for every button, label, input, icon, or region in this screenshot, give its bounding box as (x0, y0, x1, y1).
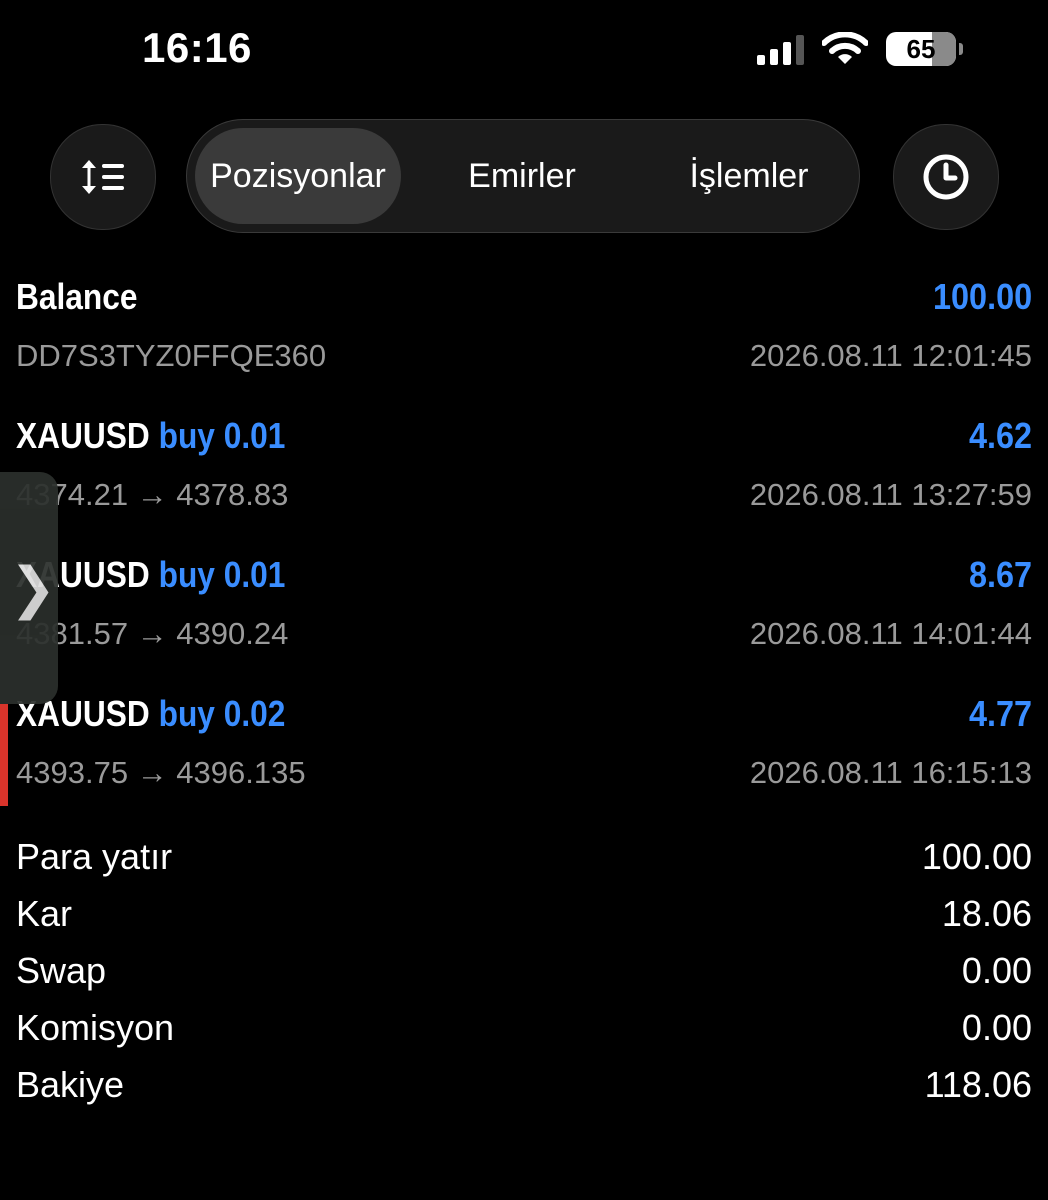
summary-label: Bakiye (16, 1063, 125, 1105)
summary-value: 118.06 (924, 1063, 1032, 1105)
deal-side: buy 0.02 (158, 693, 286, 734)
sort-list-icon (82, 160, 124, 194)
wifi-icon (822, 32, 868, 66)
summary-row-profit: Kar 18.06 (16, 885, 1032, 942)
summary-label: Swap (16, 949, 107, 991)
deal-row[interactable]: XAUUSD buy 0.01 8.67 4381.57 → 4390.24 2… (16, 554, 1032, 652)
summary-row-deposit: Para yatır 100.00 (16, 828, 1032, 885)
cellular-signal-icon (757, 33, 804, 65)
clock-icon (923, 154, 969, 200)
deal-symbol: XAUUSD (16, 415, 150, 456)
deal-side: buy 0.01 (158, 415, 286, 456)
summary-label: Komisyon (16, 1006, 175, 1048)
deal-time: 2026.08.11 13:27:59 (749, 477, 1032, 512)
deal-prices: 4393.75 → 4396.135 (16, 755, 306, 790)
summary-value: 0.00 (961, 949, 1032, 991)
summary-value: 100.00 (921, 835, 1032, 877)
battery-level: 65 (906, 33, 936, 64)
deal-row[interactable]: XAUUSD buy 0.01 4.62 4374.21 → 4378.83 2… (16, 415, 1032, 513)
status-icons: 65 (757, 32, 963, 66)
chevron-right-icon: ❯ (9, 556, 57, 619)
summary-value: 0.00 (961, 1006, 1032, 1048)
balance-value: 100.00 (932, 276, 1032, 317)
balance-row[interactable]: Balance 100.00 DD7S3TYZ0FFQE360 2026.08.… (16, 276, 1032, 374)
tab-islemler[interactable]: İşlemler (649, 128, 849, 224)
tab-emirler[interactable]: Emirler (427, 128, 617, 224)
summary-label: Para yatır (16, 835, 173, 877)
deal-side: buy 0.01 (158, 554, 286, 595)
deal-profit: 8.67 (968, 554, 1032, 595)
deal-profit: 4.62 (968, 415, 1032, 456)
summary-row-balance: Bakiye 118.06 (16, 1056, 1032, 1113)
position-marker (0, 704, 8, 806)
sort-button[interactable] (50, 124, 156, 230)
balance-label: Balance (16, 276, 138, 317)
summary-row-swap: Swap 0.00 (16, 942, 1032, 999)
side-panel-handle[interactable]: ❯ (0, 472, 58, 704)
deal-time: 2026.08.11 16:15:13 (749, 755, 1032, 790)
battery-icon: 65 (886, 32, 963, 66)
deal-time: 2026.08.11 14:01:44 (749, 616, 1032, 651)
summary-label: Kar (16, 892, 73, 934)
tab-pozisyonlar[interactable]: Pozisyonlar (195, 128, 401, 224)
history-button[interactable] (893, 124, 999, 230)
summary-value: 18.06 (941, 892, 1032, 934)
status-time: 16:16 (142, 24, 252, 71)
balance-time: 2026.08.11 12:01:45 (749, 338, 1032, 373)
summary-section: Para yatır 100.00 Kar 18.06 Swap 0.00 Ko… (16, 828, 1032, 1113)
deal-profit: 4.77 (968, 693, 1032, 734)
summary-row-commission: Komisyon 0.00 (16, 999, 1032, 1056)
tab-switcher: Pozisyonlar Emirler İşlemler (186, 119, 860, 233)
balance-id: DD7S3TYZ0FFQE360 (16, 338, 327, 373)
deal-row[interactable]: XAUUSD buy 0.02 4.77 4393.75 → 4396.135 … (16, 693, 1032, 791)
